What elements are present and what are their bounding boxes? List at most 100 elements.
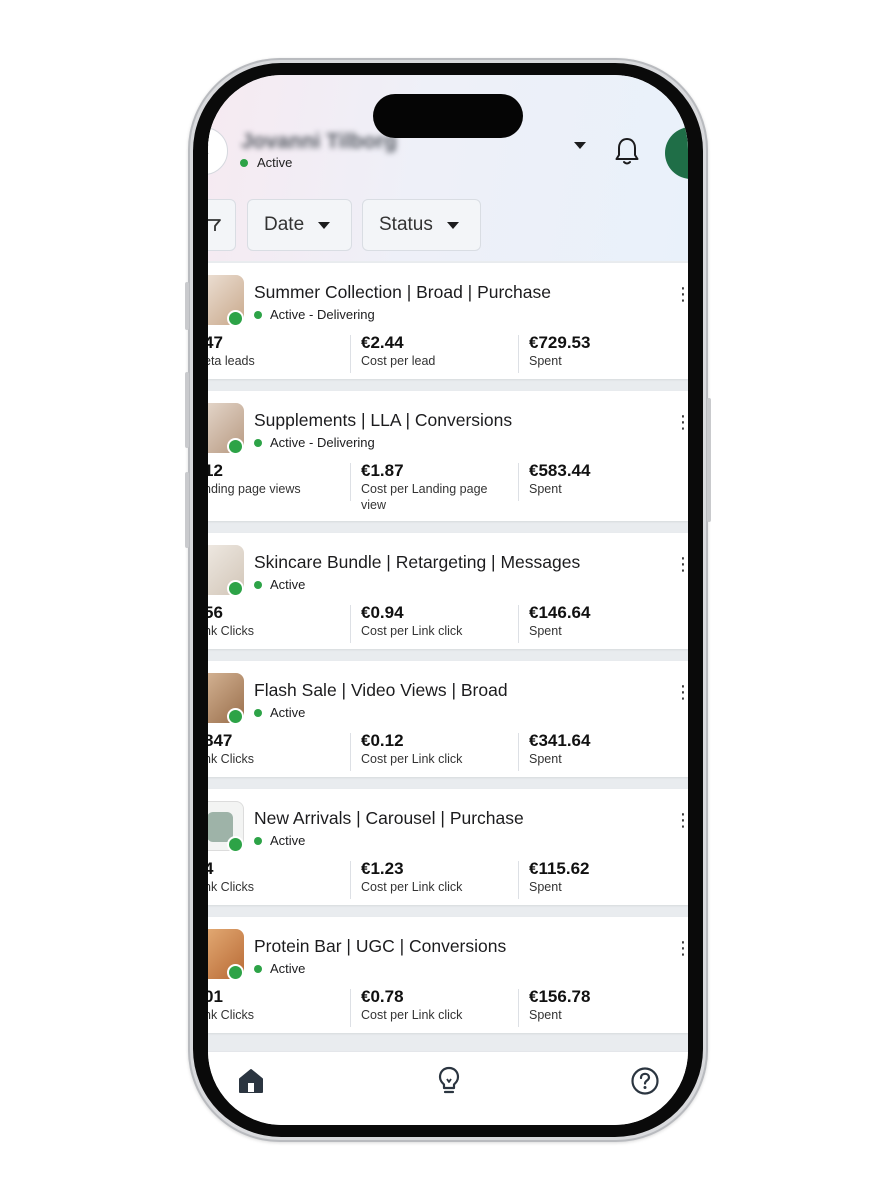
filter-status-label: Status — [379, 214, 433, 235]
status-dot-icon — [240, 158, 248, 167]
metric-label: nk Clicks — [208, 880, 255, 894]
metric-divider — [350, 335, 351, 373]
metric-value: €146.64 — [529, 603, 591, 622]
metric-divider — [350, 463, 351, 501]
metric-cost: €1.23 Cost per Link click — [361, 859, 511, 896]
metric-value: 01 — [208, 987, 223, 1006]
campaign-list: Summer Collection | Broad | Purchase Act… — [208, 261, 688, 1051]
filter-icon — [208, 219, 221, 231]
campaign-status: Active — [254, 577, 305, 592]
lightbulb-icon[interactable] — [435, 1065, 463, 1097]
metric-value: 56 — [208, 603, 223, 622]
status-dot-icon — [254, 310, 262, 319]
status-dot-icon — [254, 438, 262, 447]
metric-label: Spent — [529, 482, 562, 496]
metric-spent: €115.62 Spent — [529, 859, 679, 896]
campaign-card[interactable]: Protein Bar | UGC | Conversions Active ⋮… — [208, 917, 688, 1033]
metric-divider — [518, 463, 519, 501]
metric-cost: €0.94 Cost per Link click — [361, 603, 511, 640]
filter-status[interactable]: Status — [362, 199, 481, 251]
metric-cost: €0.12 Cost per Link click — [361, 731, 511, 768]
campaign-status-label: Active — [270, 577, 306, 592]
metric-results: 12 nding page views — [208, 461, 344, 498]
account-status: Active — [240, 155, 292, 170]
metric-value: 47 — [208, 333, 223, 352]
back-chevron-icon[interactable]: ‹ — [208, 137, 209, 159]
metric-value: €1.23 — [361, 859, 404, 878]
metric-value: €2.44 — [361, 333, 404, 352]
more-options-icon[interactable]: ⋮ — [674, 683, 688, 701]
help-icon[interactable] — [630, 1066, 660, 1096]
metric-label: Spent — [529, 354, 562, 368]
status-dot-icon — [254, 708, 262, 717]
phone-side-button — [707, 398, 711, 522]
metric-divider — [350, 989, 351, 1027]
phone-side-button — [185, 472, 189, 548]
campaign-title: Supplements | LLA | Conversions — [254, 410, 513, 430]
campaign-card[interactable]: Skincare Bundle | Retargeting | Messages… — [208, 533, 688, 649]
metric-divider — [518, 989, 519, 1027]
campaign-title: Summer Collection | Broad | Purchase — [254, 282, 551, 302]
filter-date-label: Date — [264, 214, 305, 235]
metric-results: 847 nk Clicks — [208, 731, 344, 768]
campaign-card[interactable]: Supplements | LLA | Conversions Active -… — [208, 391, 688, 521]
metric-results: 56 nk Clicks — [208, 603, 344, 640]
account-status-label: Active — [257, 155, 293, 170]
metric-label: Cost per Link click — [361, 1008, 463, 1022]
metric-label: Spent — [529, 752, 562, 766]
metric-divider — [518, 861, 519, 899]
campaign-status-label: Active - Delivering — [270, 435, 375, 450]
metric-value: €0.12 — [361, 731, 404, 750]
metric-value: €341.64 — [529, 731, 591, 750]
campaign-status-label: Active - Delivering — [270, 307, 375, 322]
metric-label: Cost per Link click — [361, 752, 463, 766]
campaign-card[interactable]: Summer Collection | Broad | Purchase Act… — [208, 263, 688, 379]
metric-label: nk Clicks — [208, 1008, 255, 1022]
status-dot-icon — [254, 964, 262, 973]
campaign-status-label: Active — [270, 833, 306, 848]
metric-spent: €583.44 Spent — [529, 461, 679, 498]
metric-divider — [350, 733, 351, 771]
metric-value: €1.87 — [361, 461, 404, 480]
campaign-title: Flash Sale | Video Views | Broad — [254, 680, 508, 700]
metric-cost: €2.44 Cost per lead — [361, 333, 511, 370]
metric-label: Spent — [529, 1008, 562, 1022]
dynamic-island — [373, 94, 523, 138]
campaign-title: New Arrivals | Carousel | Purchase — [254, 808, 524, 828]
campaign-status: Active — [254, 833, 305, 848]
campaign-card[interactable]: New Arrivals | Carousel | Purchase Activ… — [208, 789, 688, 905]
campaign-title: Skincare Bundle | Retargeting | Messages — [254, 552, 581, 572]
account-name[interactable]: Jovanni Tilborg — [241, 130, 397, 154]
metric-label: nding page views — [208, 482, 301, 496]
campaign-title: Protein Bar | UGC | Conversions — [254, 936, 507, 956]
metric-divider — [518, 605, 519, 643]
metric-label: Cost per Link click — [361, 624, 463, 638]
status-dot-icon — [254, 580, 262, 589]
more-options-icon[interactable]: ⋮ — [674, 939, 688, 957]
metric-results: 4 nk Clicks — [208, 859, 344, 896]
chevron-down-icon[interactable] — [574, 142, 586, 149]
more-options-icon[interactable]: ⋮ — [674, 285, 688, 303]
campaign-status-label: Active — [270, 961, 306, 976]
metric-label: eta leads — [208, 354, 255, 368]
metric-value: €0.94 — [361, 603, 404, 622]
bottom-navigation — [208, 1051, 688, 1125]
metric-spent: €729.53 Spent — [529, 333, 679, 370]
home-icon[interactable] — [237, 1067, 265, 1095]
active-status-dot — [227, 580, 244, 597]
phone-side-button — [185, 282, 189, 330]
more-options-icon[interactable]: ⋮ — [674, 555, 688, 573]
metric-divider — [350, 861, 351, 899]
active-status-dot — [227, 964, 244, 981]
more-options-icon[interactable]: ⋮ — [674, 413, 688, 431]
more-options-icon[interactable]: ⋮ — [674, 811, 688, 829]
filter-button[interactable] — [208, 199, 236, 251]
campaign-status-label: Active — [270, 705, 306, 720]
active-status-dot — [227, 836, 244, 853]
campaign-card[interactable]: Flash Sale | Video Views | Broad Active … — [208, 661, 688, 777]
filter-date[interactable]: Date — [247, 199, 352, 251]
metric-value: 847 — [208, 731, 233, 750]
metric-divider — [518, 335, 519, 373]
bell-icon[interactable] — [613, 135, 641, 167]
campaign-status: Active — [254, 705, 305, 720]
